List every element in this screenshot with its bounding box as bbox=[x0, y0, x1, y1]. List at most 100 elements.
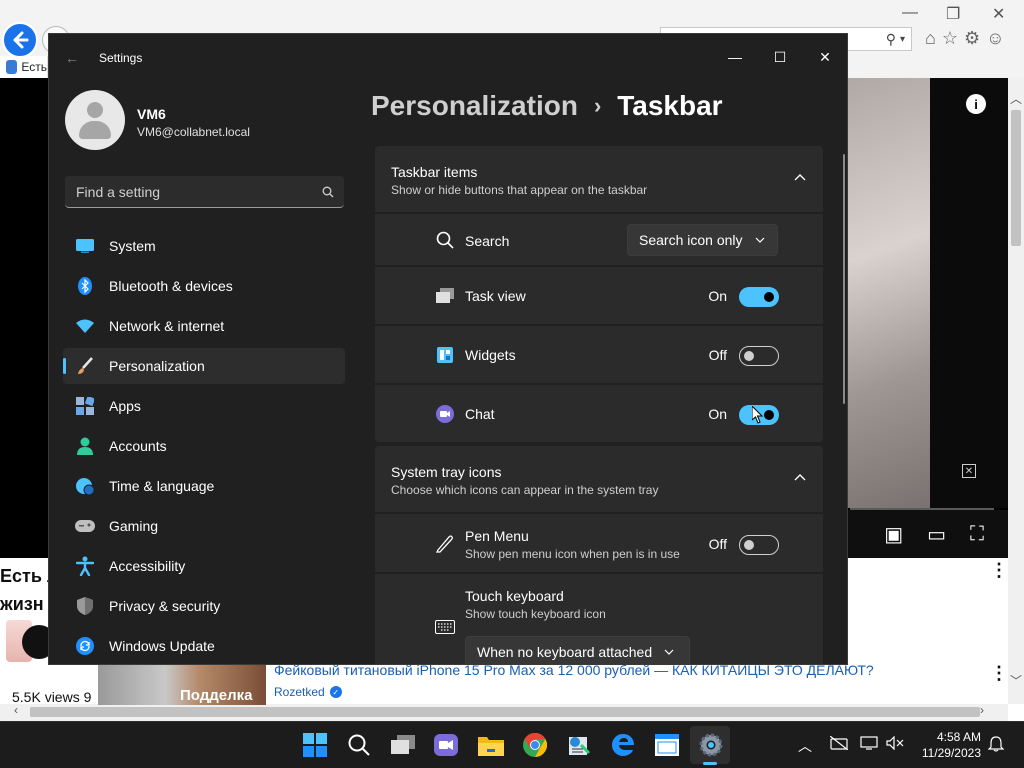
sidebar-item-bluetooth[interactable]: Bluetooth & devices bbox=[63, 268, 345, 304]
miniplayer-icon[interactable]: ▣ bbox=[884, 522, 903, 547]
shield-icon bbox=[75, 596, 95, 616]
start-icon[interactable] bbox=[301, 731, 329, 759]
setting-label: Chat bbox=[465, 406, 495, 422]
back-arrow-icon[interactable]: ← bbox=[65, 50, 79, 66]
gamepad-icon bbox=[75, 516, 95, 536]
search-mode-dropdown[interactable]: Search icon only bbox=[627, 224, 778, 256]
chevron-up-icon[interactable]: ︿ bbox=[798, 736, 812, 756]
more-options-icon[interactable]: ⋮ bbox=[990, 560, 1008, 581]
taskbar-items-header[interactable]: Taskbar items Show or hide buttons that … bbox=[375, 146, 823, 212]
home-icon[interactable]: ⌂ bbox=[925, 28, 936, 49]
scroll-right-icon[interactable]: › bbox=[980, 703, 984, 717]
smiley-icon[interactable]: ☺ bbox=[986, 28, 1004, 49]
page-scrollbar-thumb[interactable] bbox=[1011, 110, 1021, 246]
info-icon[interactable]: i bbox=[966, 94, 986, 114]
network-disconnected-icon[interactable] bbox=[829, 735, 849, 753]
minimize-button[interactable]: — bbox=[715, 42, 755, 72]
setting-label: Task view bbox=[465, 288, 526, 304]
related-video-channel[interactable]: Rozetked ✓ bbox=[274, 685, 342, 699]
setting-row-task-view: Task view On bbox=[375, 265, 823, 324]
arrow-left-icon bbox=[13, 31, 29, 49]
notepad-icon[interactable] bbox=[653, 731, 681, 759]
pen-menu-toggle[interactable] bbox=[739, 535, 779, 555]
title-bar: ← Settings — ☐ ✕ bbox=[49, 34, 847, 82]
search-icon[interactable] bbox=[345, 731, 373, 759]
theater-mode-icon[interactable]: ▭ bbox=[927, 522, 946, 547]
video-frame bbox=[848, 78, 930, 508]
group-title: Taskbar items bbox=[391, 164, 478, 180]
monitor-icon[interactable] bbox=[860, 736, 878, 753]
video-title: Есть л жизн bbox=[0, 566, 48, 614]
chrome-icon[interactable] bbox=[521, 731, 549, 759]
sidebar-item-system[interactable]: System bbox=[63, 228, 345, 264]
mouse-cursor-icon bbox=[752, 406, 764, 424]
sidebar-item-time-language[interactable]: Time & language bbox=[63, 468, 345, 504]
sidebar-item-personalization[interactable]: Personalization bbox=[63, 348, 345, 384]
search-input[interactable] bbox=[76, 183, 296, 200]
chevron-down-icon bbox=[664, 649, 674, 655]
horizontal-scrollbar-thumb[interactable] bbox=[30, 707, 980, 717]
maximize-button[interactable]: ☐ bbox=[760, 42, 800, 72]
settings-window: ← Settings — ☐ ✕ VM6 VM6@collabnet.local… bbox=[48, 33, 848, 665]
chevron-up-icon[interactable] bbox=[793, 170, 807, 184]
edge-legacy-icon[interactable] bbox=[609, 731, 637, 759]
sidebar-item-apps[interactable]: Apps bbox=[63, 388, 345, 424]
scroll-up-icon[interactable]: ︿ bbox=[1008, 90, 1024, 106]
gear-icon[interactable]: ⚙ bbox=[964, 28, 980, 49]
sidebar-item-privacy[interactable]: Privacy & security bbox=[63, 588, 345, 624]
profile-email: VM6@collabnet.local bbox=[137, 125, 250, 139]
toggle-state-label: On bbox=[708, 288, 727, 304]
chevron-down-icon: ▾ bbox=[899, 33, 905, 45]
browser-tab[interactable]: Есть bbox=[0, 56, 48, 78]
setting-description: Show pen menu icon when pen is in use bbox=[465, 547, 680, 561]
more-options-icon[interactable]: ⋮ bbox=[990, 663, 1008, 684]
browser-restore-button[interactable]: ❐ bbox=[946, 4, 960, 24]
app-icon[interactable] bbox=[565, 731, 593, 759]
setting-label: Touch keyboard bbox=[465, 588, 564, 604]
setting-label: Widgets bbox=[465, 347, 516, 363]
close-button[interactable]: ✕ bbox=[805, 42, 845, 72]
task-view-toggle[interactable] bbox=[739, 287, 779, 307]
sidebar-item-windows-update[interactable]: Windows Update bbox=[63, 628, 345, 664]
setting-row-pen-menu: Pen Menu Show pen menu icon when pen is … bbox=[375, 512, 823, 572]
content-scrollbar[interactable] bbox=[843, 154, 845, 404]
touch-keyboard-dropdown[interactable]: When no keyboard attached bbox=[465, 636, 690, 664]
breadcrumb: Personalization › Taskbar bbox=[371, 90, 723, 122]
teams-chat-icon[interactable] bbox=[432, 731, 460, 759]
search-icon bbox=[435, 230, 455, 250]
search-field[interactable] bbox=[65, 176, 344, 208]
sidebar-item-accounts[interactable]: Accounts bbox=[63, 428, 345, 464]
task-view-icon[interactable] bbox=[389, 731, 417, 759]
verified-icon: ✓ bbox=[329, 686, 342, 698]
chevron-up-icon[interactable] bbox=[793, 470, 807, 484]
setting-label: Search bbox=[465, 233, 510, 249]
sidebar-item-accessibility[interactable]: Accessibility bbox=[63, 548, 345, 584]
sidebar-item-gaming[interactable]: Gaming bbox=[63, 508, 345, 544]
close-icon[interactable]: ✕ bbox=[962, 464, 976, 478]
toggle-state-label: On bbox=[708, 406, 727, 422]
browser-close-button[interactable]: ✕ bbox=[992, 4, 1005, 24]
profile-name: VM6 bbox=[137, 106, 166, 122]
browser-minimize-button[interactable]: — bbox=[902, 4, 918, 22]
sidebar-nav: System Bluetooth & devices Network & int… bbox=[63, 228, 345, 664]
file-explorer-icon[interactable] bbox=[477, 731, 505, 759]
widgets-toggle[interactable] bbox=[739, 346, 779, 366]
system-clock[interactable]: 4:58 AM 11/29/2023 bbox=[917, 729, 981, 761]
group-subtitle: Show or hide buttons that appear on the … bbox=[391, 183, 648, 197]
breadcrumb-parent[interactable]: Personalization bbox=[371, 90, 578, 122]
fullscreen-icon[interactable]: ⛶ bbox=[970, 523, 984, 546]
setting-description: Show touch keyboard icon bbox=[465, 607, 606, 621]
star-icon[interactable]: ☆ bbox=[942, 28, 958, 49]
notification-bell-icon[interactable] bbox=[987, 736, 1005, 755]
person-icon bbox=[75, 436, 95, 456]
related-video-thumbnail[interactable]: Подделка bbox=[98, 665, 266, 705]
scroll-left-icon[interactable]: ‹ bbox=[14, 703, 18, 717]
volume-muted-icon[interactable] bbox=[886, 735, 904, 753]
scroll-down-icon[interactable]: ﹀ bbox=[1008, 672, 1024, 688]
view-count: 5.5K views 9 bbox=[12, 689, 92, 705]
sidebar-item-network[interactable]: Network & internet bbox=[63, 308, 345, 344]
avatar[interactable] bbox=[65, 90, 125, 150]
system-tray-header[interactable]: System tray icons Choose which icons can… bbox=[375, 446, 823, 512]
browser-back-button[interactable] bbox=[2, 22, 38, 58]
settings-icon[interactable] bbox=[697, 731, 725, 759]
